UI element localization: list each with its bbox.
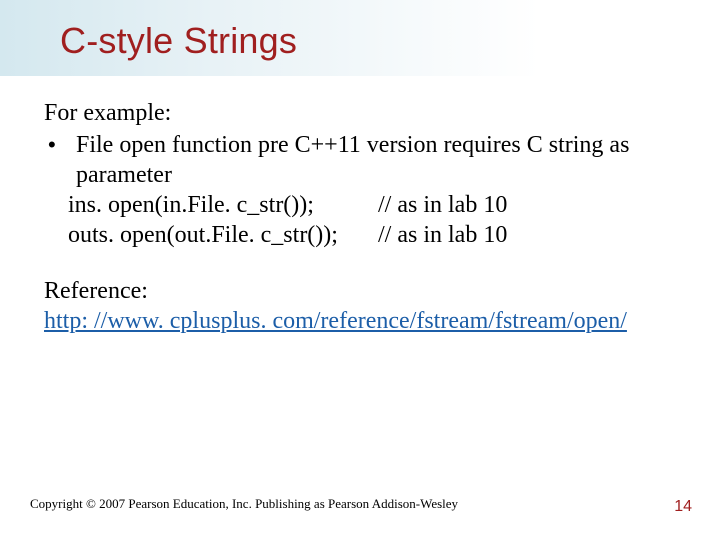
slide: C-style Strings For example: • File open… — [0, 0, 720, 540]
bullet-text: File open function pre C++11 version req… — [76, 130, 676, 190]
slide-body: For example: • File open function pre C+… — [0, 76, 720, 336]
reference-link[interactable]: http: //www. cplusplus. com/reference/fs… — [44, 308, 627, 334]
copyright-text: Copyright © 2007 Pearson Education, Inc.… — [30, 496, 458, 512]
bullet-item: • File open function pre C++11 version r… — [44, 130, 676, 190]
page-number: 14 — [674, 498, 692, 516]
reference-block: Reference: http: //www. cplusplus. com/r… — [44, 276, 676, 336]
lead-text: For example: — [44, 98, 676, 128]
code-text: outs. open(out.File. c_str()); — [68, 220, 378, 250]
bullet-dot-icon: • — [44, 130, 76, 160]
code-line: ins. open(in.File. c_str()); // as in la… — [44, 190, 676, 220]
title-band: C-style Strings — [0, 0, 720, 76]
code-comment: // as in lab 10 — [378, 220, 676, 250]
reference-label: Reference: — [44, 276, 676, 306]
code-line: outs. open(out.File. c_str()); // as in … — [44, 220, 676, 250]
slide-title: C-style Strings — [60, 20, 720, 62]
code-comment: // as in lab 10 — [378, 190, 676, 220]
code-text: ins. open(in.File. c_str()); — [68, 190, 378, 220]
